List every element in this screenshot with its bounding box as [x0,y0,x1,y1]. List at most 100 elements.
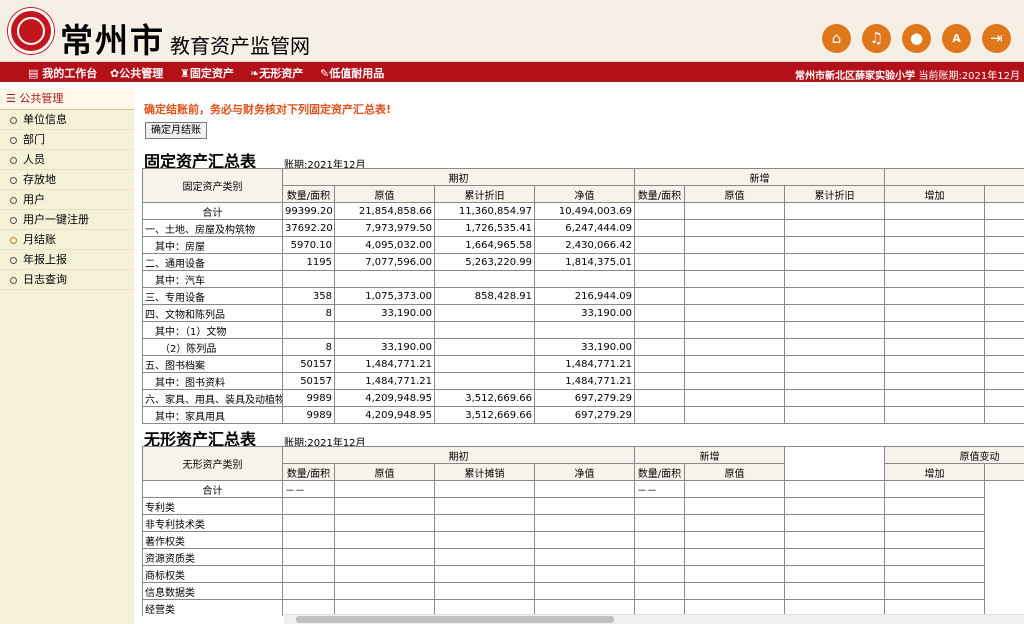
value-cell [884,497,985,515]
group-new: 新增 [633,168,886,186]
value-cell [282,565,335,583]
account-period-info: 常州市新北区薛家实验小学 当前账期:2021年12月 [794,71,1020,82]
user-icon[interactable]: ● [902,24,931,53]
table-row: 其中：家具用具 9989 4,209,948.95 3,512,669.66 697,2… [142,406,1024,424]
value-cell [434,338,535,356]
group-new: 新增 [634,446,785,464]
table-row: 资源资质类 [142,548,1024,566]
value-cell [434,355,535,373]
logout-icon[interactable]: ⇥ [982,24,1011,53]
value-cell: 4,209,948.95 [334,389,435,407]
table-row: 非专利技术类 [142,514,1024,532]
table-row: 合计 －－ －－ [142,480,1024,498]
horizontal-scrollbar[interactable] [284,614,1024,624]
value-cell [684,531,785,549]
value-cell [534,270,635,288]
value-cell [282,497,335,515]
value-cell [884,531,985,549]
sidebar-item-month-close[interactable]: 月结账 [0,230,134,250]
value-cell: －－ [282,480,335,498]
circle-icon [10,276,17,284]
value-cell [334,582,435,600]
value-cell [684,355,785,373]
value-cell: 1,484,771.21 [334,355,435,373]
scrollbar-thumb[interactable] [296,616,614,623]
value-cell [884,219,986,237]
table-row: 一、土地、房屋及构筑物 37692.20 7,973,979.50 1,726,535… [142,219,1024,237]
category-cell: 六、家具、用具、装具及动植物 [142,389,283,407]
value-cell: 858,428.91 [434,287,535,305]
blank-column [784,446,885,481]
category-cell: 商标权类 [142,565,283,583]
value-cell: 3,512,669.66 [434,406,535,424]
value-cell [634,497,685,515]
text-icon[interactable]: A [942,24,971,53]
value-cell [434,565,535,583]
value-cell [783,355,886,373]
circle-icon [10,116,17,124]
value-cell [684,321,785,339]
value-cell [684,219,785,237]
value-cell [434,270,535,288]
value-cell [684,270,785,288]
value-cell: 1,484,771.21 [534,355,635,373]
bell-icon[interactable]: ♫ [862,24,891,53]
value-cell [534,514,635,532]
value-cell [684,372,785,390]
col-net: 净值 [534,185,635,203]
value-cell: 8 [282,304,335,322]
sidebar-title: ☰ 公共管理 [0,88,134,110]
sidebar-item-storage[interactable]: 存放地 [0,170,134,190]
sidebar-item-user-register[interactable]: 用户一键注册 [0,210,134,230]
sidebar-item-users[interactable]: 用户 [0,190,134,210]
category-cell: 二、通用设备 [142,253,283,271]
home-icon[interactable]: ⌂ [822,24,851,53]
sidebar-item-annual-report[interactable]: 年报上报 [0,250,134,270]
nav-intangible-assets[interactable]: ❧无形资产 [250,65,303,81]
sidebar-item-log-query[interactable]: 日志查询 [0,270,134,290]
value-cell [884,372,986,390]
value-cell [984,236,1024,254]
col-net: 净值 [534,463,635,481]
value-cell [634,321,685,339]
value-cell [634,355,685,373]
nav-public-management[interactable]: ✿公共管理 [110,65,163,81]
sidebar-item-department[interactable]: 部门 [0,130,134,150]
nav-workbench[interactable]: ▤ 我的工作台 [28,65,97,81]
value-cell [634,253,685,271]
value-cell [784,480,885,498]
col-new-orig: 原值 [684,463,785,481]
sidebar-item-unit-info[interactable]: 单位信息 [0,110,134,130]
table-row: 四、文物和陈列品 8 33,190.00 33,190.00 [142,304,1024,322]
value-cell [634,514,685,532]
value-cell [684,480,785,498]
value-cell [884,236,986,254]
value-cell [783,321,886,339]
value-cell: 1,664,965.58 [434,236,535,254]
table-row: 合计 99399.20 21,854,858.66 11,360,854.97 10,4… [142,202,1024,220]
table-row: 二、通用设备 1195 7,077,596.00 5,263,220.99 1,814,… [142,253,1024,271]
nav-fixed-assets[interactable]: ♜固定资产 [180,65,234,81]
intangible-body: 合计 －－ －－ 专利类 非专利技术类 著作权类 资源资质类 商标权类 信息数据类 经营类 [142,480,1024,616]
value-cell: 1,814,375.01 [534,253,635,271]
value-cell: 4,095,032.00 [334,236,435,254]
value-cell [634,304,685,322]
nav-low-value[interactable]: ✎低值耐用品 [320,65,384,81]
value-cell [783,304,886,322]
value-cell [334,480,435,498]
value-cell [634,389,685,407]
value-cell [783,202,886,220]
value-cell [783,236,886,254]
confirm-month-close-button[interactable]: 确定月结账 [145,122,207,139]
fixed-body: 合计 99399.20 21,854,858.66 11,360,854.97 10,4… [142,202,1024,424]
sidebar-item-staff[interactable]: 人员 [0,150,134,170]
value-cell [634,548,685,566]
category-cell: 四、文物和陈列品 [142,304,283,322]
table-row: 专利类 [142,497,1024,515]
value-cell [434,304,535,322]
col-category: 无形资产类别 [142,446,283,481]
value-cell [984,321,1024,339]
warning-text: 确定结账前，务必与财务核对下列固定资产汇总表! [144,103,392,116]
value-cell [884,287,986,305]
value-cell [334,497,435,515]
